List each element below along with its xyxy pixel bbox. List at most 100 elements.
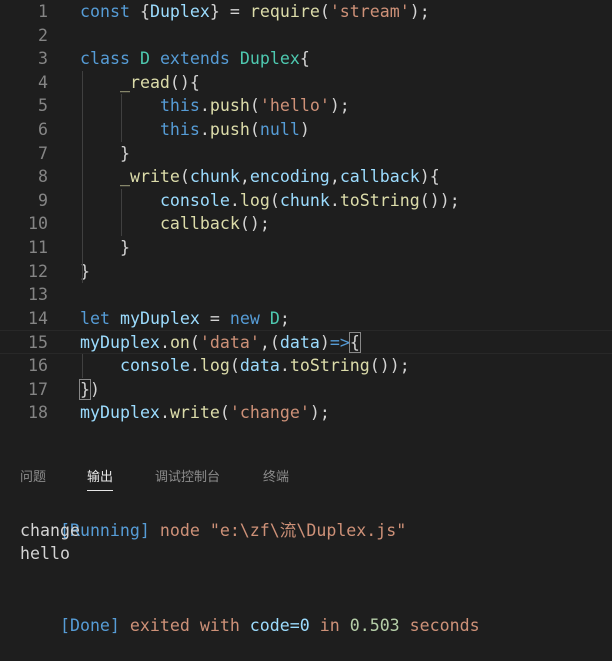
tab-problems[interactable]: 问题 (20, 466, 46, 485)
line-number: 17 (28, 379, 48, 399)
code-token: new (229, 308, 270, 328)
code-token: this (159, 96, 200, 116)
code-text: let myDuplex = new D; (80, 307, 290, 331)
code-token: class (80, 49, 140, 69)
code-text: myDuplex.on('data',(data)=>{ (80, 331, 361, 355)
code-text: const {Duplex} = require('stream'); (80, 0, 430, 24)
code-line[interactable]: 12} (0, 260, 612, 284)
code-line[interactable]: 7 } (0, 142, 612, 166)
code-line[interactable]: 13 (0, 283, 612, 307)
code-token: ( (249, 120, 260, 139)
line-number: 13 (28, 285, 48, 305)
line-number: 15 (28, 333, 48, 353)
line-number: 3 (38, 49, 48, 69)
code-text: console.log(data.toString()); (80, 354, 410, 378)
code-line[interactable]: 3 class D extends Duplex{ (0, 47, 612, 71)
line-number: 12 (28, 261, 48, 281)
code-token: } = (209, 2, 250, 21)
code-token: . (329, 190, 340, 210)
tab-debug-console[interactable]: 调试控制台 (155, 466, 220, 485)
output-done-tag: [Done] (59, 615, 120, 635)
code-token: ) (299, 120, 310, 139)
code-token: ( (269, 190, 280, 210)
code-token: ; (279, 308, 290, 328)
code-token: 'stream' (329, 2, 410, 21)
code-line[interactable]: 11 } (0, 236, 612, 260)
code-line[interactable]: 15 myDuplex.on('data',(data)=>{ (0, 330, 612, 354)
code-line[interactable]: 8 _write(chunk,encoding,callback){ (0, 165, 612, 189)
line-number: 4 (38, 72, 48, 92)
code-token: . (189, 356, 200, 375)
code-line[interactable]: 14 let myDuplex = new D; (0, 307, 612, 331)
code-text: class D extends Duplex{ (80, 47, 310, 71)
code-token: data (239, 356, 280, 375)
code-token: let (80, 308, 120, 328)
code-token: , (239, 167, 250, 187)
code-token: write (169, 403, 220, 423)
code-text: myDuplex.write('change'); (80, 401, 330, 425)
code-token: = (199, 308, 230, 328)
code-text: callback(); (80, 212, 270, 236)
code-token: toString (339, 190, 420, 210)
code-token: ) (90, 379, 100, 399)
code-line[interactable]: 10 callback(); (0, 212, 612, 236)
output-done-text: seconds (399, 615, 480, 635)
code-line[interactable]: 1 const {Duplex} = require('stream'); (0, 0, 612, 24)
code-token: push (209, 120, 250, 139)
code-token: . (159, 403, 170, 423)
code-line[interactable]: 6 this.push(null) (0, 118, 612, 142)
code-line[interactable]: 9 console.log(chunk.toString()); (0, 189, 612, 213)
code-token: console (159, 190, 230, 210)
code-token: log (199, 356, 230, 375)
code-token: ( (319, 2, 330, 21)
code-line[interactable]: 5 this.push('hello'); (0, 94, 612, 118)
code-token: D (139, 49, 160, 69)
line-number: 10 (28, 214, 48, 234)
line-number: 14 (28, 308, 48, 328)
code-token: . (199, 120, 210, 139)
code-text: } (80, 236, 130, 260)
code-token: chunk (279, 190, 330, 210)
line-number: 2 (38, 25, 48, 45)
code-line[interactable]: 4 _read(){ (0, 71, 612, 95)
code-line[interactable]: 17}) (0, 378, 612, 402)
code-token: } (79, 378, 91, 400)
code-token: ()); (369, 356, 410, 375)
output-line: change (20, 521, 80, 540)
output-running-command: node "e:\zf\流\Duplex.js" (149, 520, 407, 540)
tab-output[interactable]: 输出 (87, 466, 114, 491)
line-number: 11 (28, 238, 48, 257)
code-token: ,( (259, 333, 280, 353)
output-done-line: [Done] exited with code=0 in 0.503 secon… (20, 590, 480, 635)
code-line[interactable]: 16 console.log(data.toString()); (0, 354, 612, 378)
code-token: 'hello' (259, 96, 330, 116)
output-done-text: in (309, 615, 350, 635)
tab-terminal[interactable]: 终端 (263, 466, 289, 485)
code-token: myDuplex (119, 308, 200, 328)
code-line[interactable]: 18 myDuplex.write('change'); (0, 401, 612, 425)
code-token: . (159, 333, 170, 353)
indent-guide (82, 354, 83, 378)
bottom-panel: 问题 输出 调试控制台 终端 [Running] node "e:\zf\流\D… (0, 452, 612, 635)
code-line[interactable]: 2 (0, 24, 612, 48)
output-running-line: [Running] node "e:\zf\流\Duplex.js" (20, 495, 406, 540)
code-text: _write(chunk,encoding,callback){ (80, 165, 440, 189)
code-token: require (249, 2, 320, 21)
code-text: console.log(chunk.toString()); (80, 189, 460, 213)
code-token: => (329, 333, 350, 353)
code-text: _read(){ (80, 71, 200, 95)
code-token: ); (409, 2, 430, 21)
code-token: chunk (189, 167, 240, 187)
code-editor[interactable]: 1 const {Duplex} = require('stream'); 2 3 cl… (0, 0, 612, 440)
indent-guide (82, 70, 83, 284)
code-token: _write (119, 167, 180, 187)
code-token: console (119, 356, 190, 375)
code-token: } (80, 238, 130, 257)
code-token: null (259, 120, 300, 139)
line-number: 1 (38, 2, 48, 21)
code-token: _read (119, 72, 170, 92)
line-number: 8 (38, 167, 48, 187)
line-number: 9 (38, 190, 48, 210)
